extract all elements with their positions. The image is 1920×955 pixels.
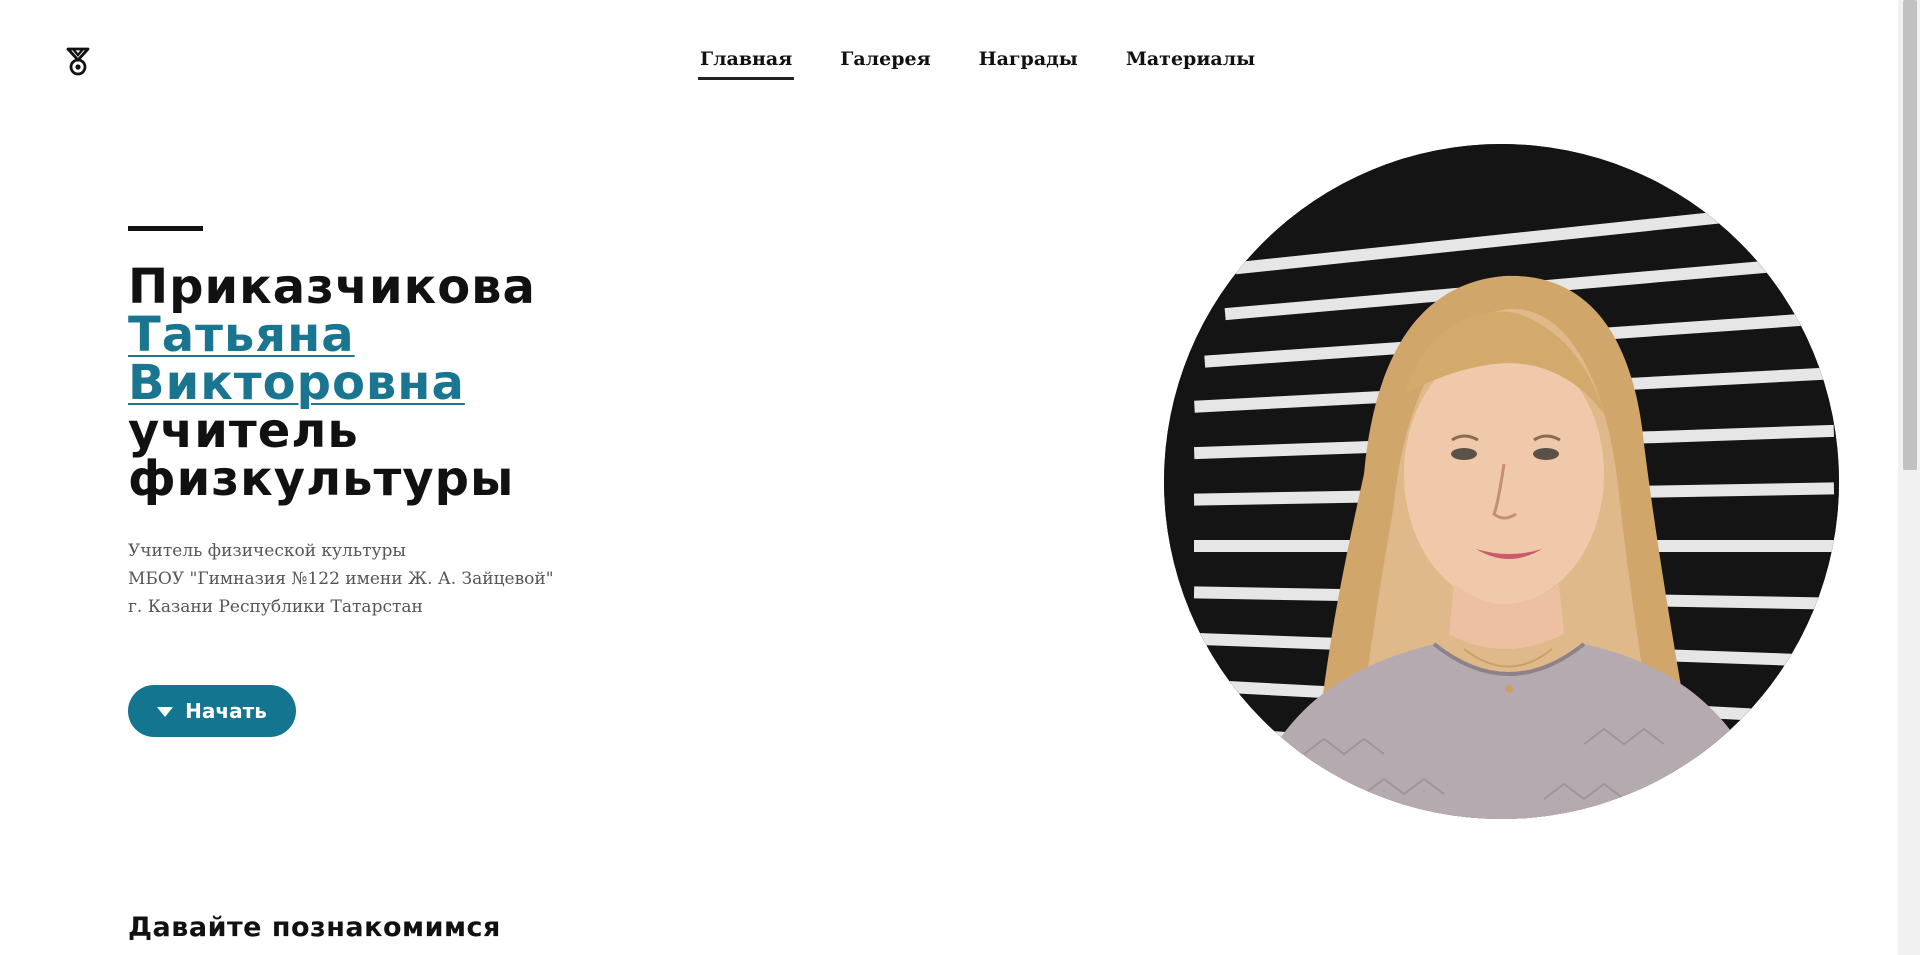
site-header: Главная Галерея Награды Материалы bbox=[0, 0, 1898, 120]
section-title-about: Давайте познакомимся bbox=[128, 912, 501, 943]
nav-item-gallery[interactable]: Галерея bbox=[840, 48, 930, 78]
teacher-portrait bbox=[1164, 144, 1839, 819]
hero-description-line: Учитель физической культуры bbox=[128, 541, 406, 561]
hero-surname: Приказчикова bbox=[128, 259, 536, 315]
hero-accent-dash bbox=[128, 226, 203, 231]
hero-section: Приказчикова Татьяна Викторовна учитель … bbox=[128, 226, 828, 621]
main-nav: Главная Галерея Награды Материалы bbox=[697, 48, 1255, 80]
start-button[interactable]: Начать bbox=[128, 685, 296, 737]
hero-description: Учитель физической культуры МБОУ "Гимназ… bbox=[128, 537, 828, 621]
medal-icon[interactable] bbox=[62, 46, 94, 78]
nav-item-home[interactable]: Главная bbox=[697, 48, 795, 80]
nav-item-awards[interactable]: Награды bbox=[979, 48, 1078, 78]
page-scrollbar[interactable] bbox=[1898, 0, 1920, 955]
start-button-label: Начать bbox=[185, 699, 267, 723]
nav-item-materials[interactable]: Материалы bbox=[1126, 48, 1255, 78]
hero-description-line: г. Казани Республики Татарстан bbox=[128, 597, 423, 617]
scrollbar-thumb[interactable] bbox=[1903, 0, 1917, 470]
hero-role-line2: физкультуры bbox=[128, 451, 515, 507]
triangle-down-icon bbox=[157, 707, 174, 717]
hero-role-line1: учитель bbox=[128, 403, 359, 459]
hero-title: Приказчикова Татьяна Викторовна учитель … bbox=[128, 263, 828, 503]
hero-description-line: МБОУ "Гимназия №122 имени Ж. А. Зайцевой… bbox=[128, 569, 554, 589]
